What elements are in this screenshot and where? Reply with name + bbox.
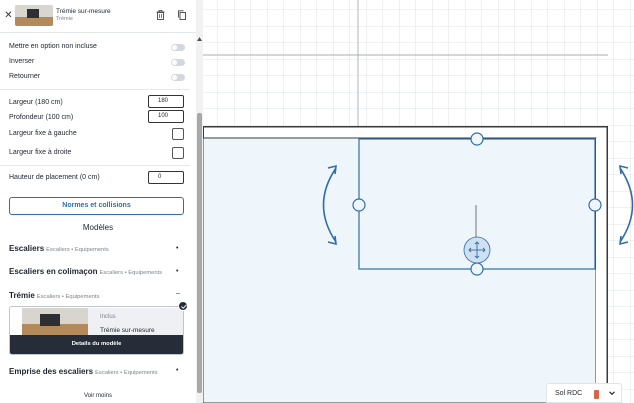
model-card-tremie-sur-mesure[interactable]: Inclus Trémie sur-mesure Details du modè… bbox=[9, 306, 184, 355]
model-status: Inclus bbox=[100, 314, 116, 320]
modeles-title: Modèles bbox=[82, 223, 114, 232]
chevron-down-icon[interactable]: • bbox=[176, 245, 178, 252]
trash-icon[interactable] bbox=[154, 9, 166, 21]
largeur-input[interactable]: 180 bbox=[148, 95, 184, 108]
plan-canvas[interactable] bbox=[203, 0, 634, 403]
normes-collisions-button[interactable]: Normes et collisions bbox=[9, 197, 184, 215]
category-tag: Escaliers • Equipements bbox=[46, 247, 109, 253]
largeur-fixe-droite-label: Largeur fixe à droite bbox=[9, 149, 72, 156]
divider bbox=[0, 165, 190, 166]
model-thumbnail bbox=[22, 308, 88, 336]
voir-moins-link[interactable]: Voir moins bbox=[0, 393, 196, 399]
retourner-label: Retourner bbox=[9, 73, 41, 80]
properties-panel: ✕ Trémie sur-mesure Trémie Mettre en opt… bbox=[0, 0, 196, 403]
scroll-up-arrow-icon[interactable] bbox=[196, 35, 203, 43]
category-escaliers[interactable]: Escaliers Escaliers • Equipements bbox=[9, 244, 109, 253]
category-emprise-escaliers[interactable]: Emprise des escaliers Escaliers • Equipem… bbox=[9, 367, 158, 376]
category-name: Trémie bbox=[9, 291, 35, 300]
floor-color-swatch bbox=[594, 390, 599, 399]
model-name: Trémie sur-mesure bbox=[100, 327, 155, 334]
resize-handle-bottom bbox=[470, 262, 484, 276]
floor-selector[interactable]: Sol RDC bbox=[546, 383, 622, 403]
category-name: Escaliers bbox=[9, 244, 45, 253]
category-tag: Escaliers • Equipements bbox=[99, 270, 163, 276]
check-icon bbox=[178, 301, 188, 311]
option-non-incluse-toggle[interactable] bbox=[171, 44, 185, 51]
category-name: Escaliers en colimaçon bbox=[9, 267, 98, 276]
chevron-down-icon[interactable] bbox=[608, 389, 616, 399]
largeur-fixe-gauche-checkbox[interactable] bbox=[172, 128, 184, 140]
hauteur-label: Hauteur de placement (0 cm) bbox=[9, 174, 100, 181]
object-title: Trémie sur-mesure bbox=[56, 8, 111, 15]
copy-icon[interactable] bbox=[176, 9, 188, 21]
resize-handle-top bbox=[470, 132, 484, 146]
hauteur-input[interactable]: 0 bbox=[148, 171, 184, 184]
largeur-fixe-gauche-label: Largeur fixe à gauche bbox=[9, 130, 77, 137]
profondeur-input[interactable]: 100 bbox=[148, 110, 184, 123]
retourner-toggle[interactable] bbox=[171, 74, 185, 81]
resize-handle-left bbox=[352, 198, 366, 212]
chevron-up-icon[interactable]: – bbox=[176, 290, 180, 297]
category-tag: Escaliers • Equipements bbox=[36, 294, 100, 300]
category-tremie[interactable]: Trémie Escaliers • Equipements bbox=[9, 291, 99, 300]
largeur-label: Largeur (180 cm) bbox=[9, 99, 63, 106]
chevron-down-icon[interactable]: • bbox=[176, 268, 178, 275]
plan-drawing[interactable] bbox=[203, 0, 634, 403]
option-non-incluse-label: Mettre en option non incluse bbox=[9, 43, 97, 50]
panel-header: ✕ Trémie sur-mesure Trémie bbox=[0, 0, 196, 33]
room-floor bbox=[203, 137, 597, 403]
divider bbox=[0, 89, 190, 90]
category-tag: Escaliers • Equipements bbox=[95, 370, 158, 376]
panel-scrollbar-thumb[interactable] bbox=[197, 113, 202, 393]
object-subtitle: Trémie bbox=[56, 16, 73, 22]
model-info: Inclus Trémie sur-mesure bbox=[88, 308, 183, 336]
move-icon bbox=[463, 236, 491, 264]
object-thumbnail bbox=[15, 5, 53, 26]
close-icon[interactable]: ✕ bbox=[4, 10, 13, 21]
resize-handle-right bbox=[588, 198, 602, 212]
model-details-button[interactable]: Details du modèle bbox=[10, 335, 183, 354]
profondeur-label: Profondeur (100 cm) bbox=[9, 114, 74, 121]
floor-selector-label: Sol RDC bbox=[555, 390, 583, 397]
largeur-fixe-droite-checkbox[interactable] bbox=[172, 147, 184, 159]
chevron-down-icon[interactable]: • bbox=[176, 367, 178, 374]
inverser-toggle[interactable] bbox=[171, 59, 185, 66]
inverser-label: Inverser bbox=[9, 58, 35, 65]
category-escaliers-colimacon[interactable]: Escaliers en colimaçon Escaliers • Equipe… bbox=[9, 267, 162, 276]
category-name: Emprise des escaliers bbox=[9, 367, 94, 376]
